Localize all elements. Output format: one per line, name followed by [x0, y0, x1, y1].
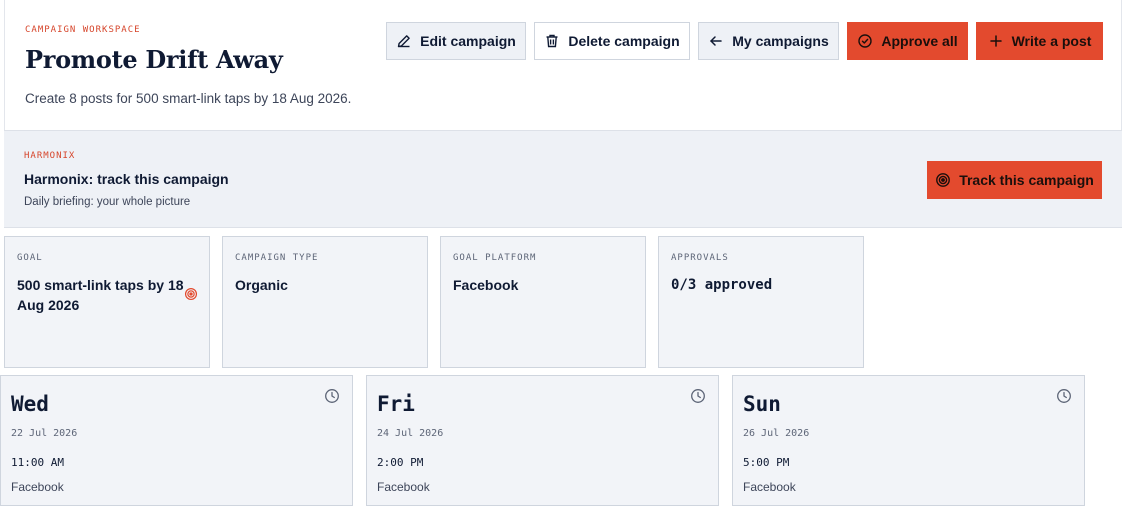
stat-card-goal-platform: GOAL PLATFORM Facebook: [440, 236, 646, 368]
day-platform: Facebook: [11, 480, 64, 494]
target-icon: [184, 287, 198, 301]
day-platform: Facebook: [743, 480, 796, 494]
write-post-button[interactable]: Write a post: [976, 22, 1103, 60]
day-name: Sun: [743, 392, 781, 416]
schedule-card-fri[interactable]: Fri 24 Jul 2026 2:00 PM Facebook: [366, 375, 719, 506]
day-name: Fri: [377, 392, 415, 416]
day-time: 2:00 PM: [377, 456, 424, 469]
page-title: Promote Drift Away: [25, 45, 283, 74]
banner-eyebrow: HARMONIX: [24, 151, 76, 161]
day-time: 11:00 AM: [11, 456, 64, 469]
day-date: 26 Jul 2026: [743, 428, 810, 439]
delete-campaign-button[interactable]: Delete campaign: [534, 22, 690, 60]
trash-icon: [546, 34, 558, 48]
stat-value: 500 smart-link taps by 18 Aug 2026: [17, 277, 184, 313]
day-date: 22 Jul 2026: [11, 428, 78, 439]
approve-all-button[interactable]: Approve all: [847, 22, 968, 60]
track-campaign-button[interactable]: Track this campaign: [927, 161, 1102, 199]
page-subtitle: Create 8 posts for 500 smart-link taps b…: [25, 91, 352, 106]
stat-card-approvals: APPROVALS 0/3 approved: [658, 236, 864, 368]
stat-value: Organic: [235, 277, 288, 293]
schedule-card-sun[interactable]: Sun 26 Jul 2026 5:00 PM Facebook: [732, 375, 1085, 506]
day-date: 24 Jul 2026: [377, 428, 444, 439]
target-icon: [936, 173, 951, 187]
day-name: Wed: [11, 392, 49, 416]
approve-all-label: Approve all: [881, 33, 958, 49]
banner-title: Harmonix: track this campaign: [24, 171, 229, 187]
clock-icon: [1057, 389, 1071, 403]
harmonix-banner: HARMONIX Harmonix: track this campaign D…: [4, 130, 1122, 228]
stat-card-campaign-type: CAMPAIGN TYPE Organic: [222, 236, 428, 368]
pencil-icon: [397, 35, 410, 48]
stat-value: Facebook: [453, 277, 519, 293]
track-campaign-label: Track this campaign: [959, 172, 1094, 188]
write-post-label: Write a post: [1011, 33, 1092, 49]
check-circle-icon: [858, 34, 873, 48]
plus-icon: [989, 35, 1002, 47]
stat-label: APPROVALS: [671, 253, 729, 263]
day-platform: Facebook: [377, 480, 430, 494]
schedule-card-wed[interactable]: Wed 22 Jul 2026 11:00 AM Facebook: [0, 375, 353, 506]
stat-label: CAMPAIGN TYPE: [235, 253, 319, 263]
clock-icon: [325, 389, 339, 403]
stat-label: GOAL: [17, 253, 43, 263]
edit-campaign-button[interactable]: Edit campaign: [386, 22, 526, 60]
clock-icon: [691, 389, 705, 403]
my-campaigns-button[interactable]: My campaigns: [698, 22, 839, 60]
stat-label: GOAL PLATFORM: [453, 253, 537, 263]
stat-value: 0/3 approved: [671, 277, 773, 293]
day-time: 5:00 PM: [743, 456, 790, 469]
stat-card-goal: GOAL 500 smart-link taps by 18 Aug 2026: [4, 236, 210, 368]
header-eyebrow: CAMPAIGN WORKSPACE: [25, 25, 141, 35]
banner-subtitle: Daily briefing: your whole picture: [24, 196, 191, 208]
delete-campaign-label: Delete campaign: [568, 33, 680, 49]
edit-campaign-label: Edit campaign: [420, 33, 516, 49]
my-campaigns-label: My campaigns: [732, 33, 829, 49]
campaign-header: CAMPAIGN WORKSPACE Promote Drift Away Cr…: [4, 0, 1122, 130]
arrow-left-icon: [710, 36, 722, 46]
